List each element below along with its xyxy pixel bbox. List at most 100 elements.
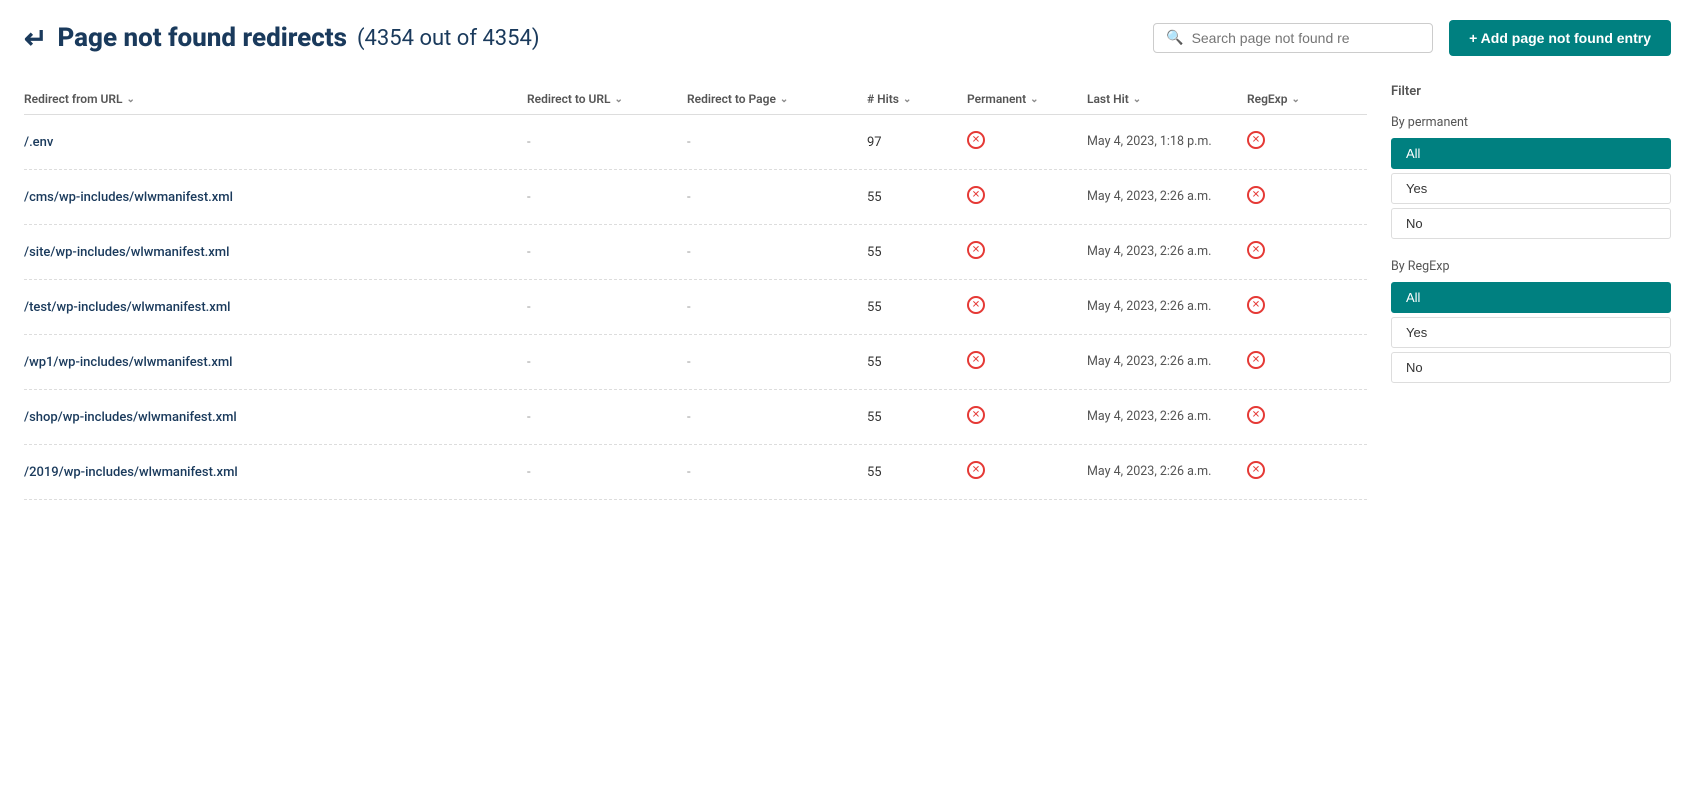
add-entry-button[interactable]: + Add page not found entry bbox=[1449, 20, 1671, 56]
cell-to-page: - bbox=[687, 355, 867, 370]
cell-permanent bbox=[967, 406, 1087, 428]
regexp-filter-yes[interactable]: Yes bbox=[1391, 317, 1671, 348]
filter-by-permanent: By permanent All Yes No bbox=[1391, 115, 1671, 239]
cell-from-url: /.env bbox=[24, 135, 527, 150]
cell-from-url: /2019/wp-includes/wlwmanifest.xml bbox=[24, 465, 527, 480]
cell-to-page: - bbox=[687, 190, 867, 205]
table-row[interactable]: /.env - - 97 May 4, 2023, 1:18 p.m. bbox=[24, 115, 1367, 170]
permanent-icon bbox=[967, 351, 985, 369]
permanent-filter-no[interactable]: No bbox=[1391, 208, 1671, 239]
sort-arrow-regexp: ⌄ bbox=[1292, 94, 1300, 105]
permanent-filter-yes[interactable]: Yes bbox=[1391, 173, 1671, 204]
regexp-icon bbox=[1247, 296, 1265, 314]
sort-arrow-last-hit: ⌄ bbox=[1133, 94, 1141, 105]
cell-permanent bbox=[967, 131, 1087, 153]
search-icon: 🔍 bbox=[1166, 30, 1183, 46]
col-last-hit[interactable]: Last Hit ⌄ bbox=[1087, 92, 1247, 106]
permanent-icon bbox=[967, 406, 985, 424]
cell-regexp bbox=[1247, 186, 1367, 208]
cell-to-url: - bbox=[527, 135, 687, 150]
cell-last-hit: May 4, 2023, 2:26 a.m. bbox=[1087, 188, 1247, 206]
col-permanent[interactable]: Permanent ⌄ bbox=[967, 92, 1087, 106]
filter-label: Filter bbox=[1391, 84, 1671, 103]
cell-to-url: - bbox=[527, 190, 687, 205]
regexp-filter-buttons: All Yes No bbox=[1391, 282, 1671, 383]
cell-hits: 55 bbox=[867, 410, 967, 425]
cell-to-page: - bbox=[687, 135, 867, 150]
col-redirect-from-url[interactable]: Redirect from URL ⌄ bbox=[24, 92, 527, 106]
search-input[interactable] bbox=[1192, 30, 1421, 46]
sort-arrow-from-url: ⌄ bbox=[127, 94, 135, 105]
cell-last-hit: May 4, 2023, 2:26 a.m. bbox=[1087, 408, 1247, 426]
table-row[interactable]: /test/wp-includes/wlwmanifest.xml - - 55… bbox=[24, 280, 1367, 335]
permanent-filter-all[interactable]: All bbox=[1391, 138, 1671, 169]
cell-hits: 55 bbox=[867, 355, 967, 370]
page-wrapper: ↵ Page not found redirects (4354 out of … bbox=[0, 0, 1695, 520]
cell-regexp bbox=[1247, 131, 1367, 153]
page-count: (4354 out of 4354) bbox=[357, 26, 540, 51]
regexp-icon bbox=[1247, 241, 1265, 259]
cell-to-page: - bbox=[687, 465, 867, 480]
table-section: Redirect from URL ⌄ Redirect to URL ⌄ Re… bbox=[24, 84, 1367, 500]
cell-to-url: - bbox=[527, 300, 687, 315]
permanent-filter-buttons: All Yes No bbox=[1391, 138, 1671, 239]
col-hits[interactable]: # Hits ⌄ bbox=[867, 92, 967, 106]
by-permanent-label: By permanent bbox=[1391, 115, 1671, 130]
cell-permanent bbox=[967, 296, 1087, 318]
cell-regexp bbox=[1247, 461, 1367, 483]
permanent-icon bbox=[967, 461, 985, 479]
cell-hits: 97 bbox=[867, 135, 967, 150]
table-row[interactable]: /2019/wp-includes/wlwmanifest.xml - - 55… bbox=[24, 445, 1367, 500]
table-row[interactable]: /wp1/wp-includes/wlwmanifest.xml - - 55 … bbox=[24, 335, 1367, 390]
cell-from-url: /site/wp-includes/wlwmanifest.xml bbox=[24, 245, 527, 260]
regexp-icon bbox=[1247, 406, 1265, 424]
cell-from-url: /cms/wp-includes/wlwmanifest.xml bbox=[24, 190, 527, 205]
cell-permanent bbox=[967, 241, 1087, 263]
cell-regexp bbox=[1247, 351, 1367, 373]
cell-last-hit: May 4, 2023, 2:26 a.m. bbox=[1087, 298, 1247, 316]
cell-to-url: - bbox=[527, 355, 687, 370]
cell-hits: 55 bbox=[867, 465, 967, 480]
sort-arrow-to-page: ⌄ bbox=[780, 94, 788, 105]
page-header: ↵ Page not found redirects (4354 out of … bbox=[24, 20, 1671, 56]
cell-last-hit: May 4, 2023, 2:26 a.m. bbox=[1087, 353, 1247, 371]
cell-permanent bbox=[967, 461, 1087, 483]
cell-last-hit: May 4, 2023, 2:26 a.m. bbox=[1087, 463, 1247, 481]
permanent-icon bbox=[967, 186, 985, 204]
table-row[interactable]: /cms/wp-includes/wlwmanifest.xml - - 55 … bbox=[24, 170, 1367, 225]
cell-to-url: - bbox=[527, 410, 687, 425]
col-redirect-to-page[interactable]: Redirect to Page ⌄ bbox=[687, 92, 867, 106]
main-content: Redirect from URL ⌄ Redirect to URL ⌄ Re… bbox=[24, 84, 1671, 500]
cell-last-hit: May 4, 2023, 2:26 a.m. bbox=[1087, 243, 1247, 261]
cell-hits: 55 bbox=[867, 245, 967, 260]
sort-arrow-hits: ⌄ bbox=[903, 94, 911, 105]
cell-to-url: - bbox=[527, 245, 687, 260]
permanent-icon bbox=[967, 131, 985, 149]
table-row[interactable]: /shop/wp-includes/wlwmanifest.xml - - 55… bbox=[24, 390, 1367, 445]
by-regexp-label: By RegExp bbox=[1391, 259, 1671, 274]
cell-from-url: /wp1/wp-includes/wlwmanifest.xml bbox=[24, 355, 527, 370]
cell-regexp bbox=[1247, 241, 1367, 263]
cell-regexp bbox=[1247, 296, 1367, 318]
col-regexp[interactable]: RegExp ⌄ bbox=[1247, 92, 1367, 106]
permanent-icon bbox=[967, 241, 985, 259]
table-row[interactable]: /site/wp-includes/wlwmanifest.xml - - 55… bbox=[24, 225, 1367, 280]
regexp-filter-all[interactable]: All bbox=[1391, 282, 1671, 313]
regexp-icon bbox=[1247, 461, 1265, 479]
sidebar-filter: Filter By permanent All Yes No By RegExp A… bbox=[1391, 84, 1671, 500]
cell-regexp bbox=[1247, 406, 1367, 428]
cell-permanent bbox=[967, 351, 1087, 373]
regexp-icon bbox=[1247, 131, 1265, 149]
sort-arrow-permanent: ⌄ bbox=[1030, 94, 1038, 105]
col-redirect-to-url[interactable]: Redirect to URL ⌄ bbox=[527, 92, 687, 106]
table-header: Redirect from URL ⌄ Redirect to URL ⌄ Re… bbox=[24, 84, 1367, 115]
regexp-filter-no[interactable]: No bbox=[1391, 352, 1671, 383]
search-box[interactable]: 🔍 bbox=[1153, 23, 1433, 53]
regexp-icon bbox=[1247, 186, 1265, 204]
cell-from-url: /shop/wp-includes/wlwmanifest.xml bbox=[24, 410, 527, 425]
cell-hits: 55 bbox=[867, 190, 967, 205]
cell-to-page: - bbox=[687, 410, 867, 425]
sort-arrow-to-url: ⌄ bbox=[615, 94, 623, 105]
header-left: ↵ Page not found redirects (4354 out of … bbox=[24, 22, 1137, 55]
table-body: /.env - - 97 May 4, 2023, 1:18 p.m. /cms… bbox=[24, 115, 1367, 500]
